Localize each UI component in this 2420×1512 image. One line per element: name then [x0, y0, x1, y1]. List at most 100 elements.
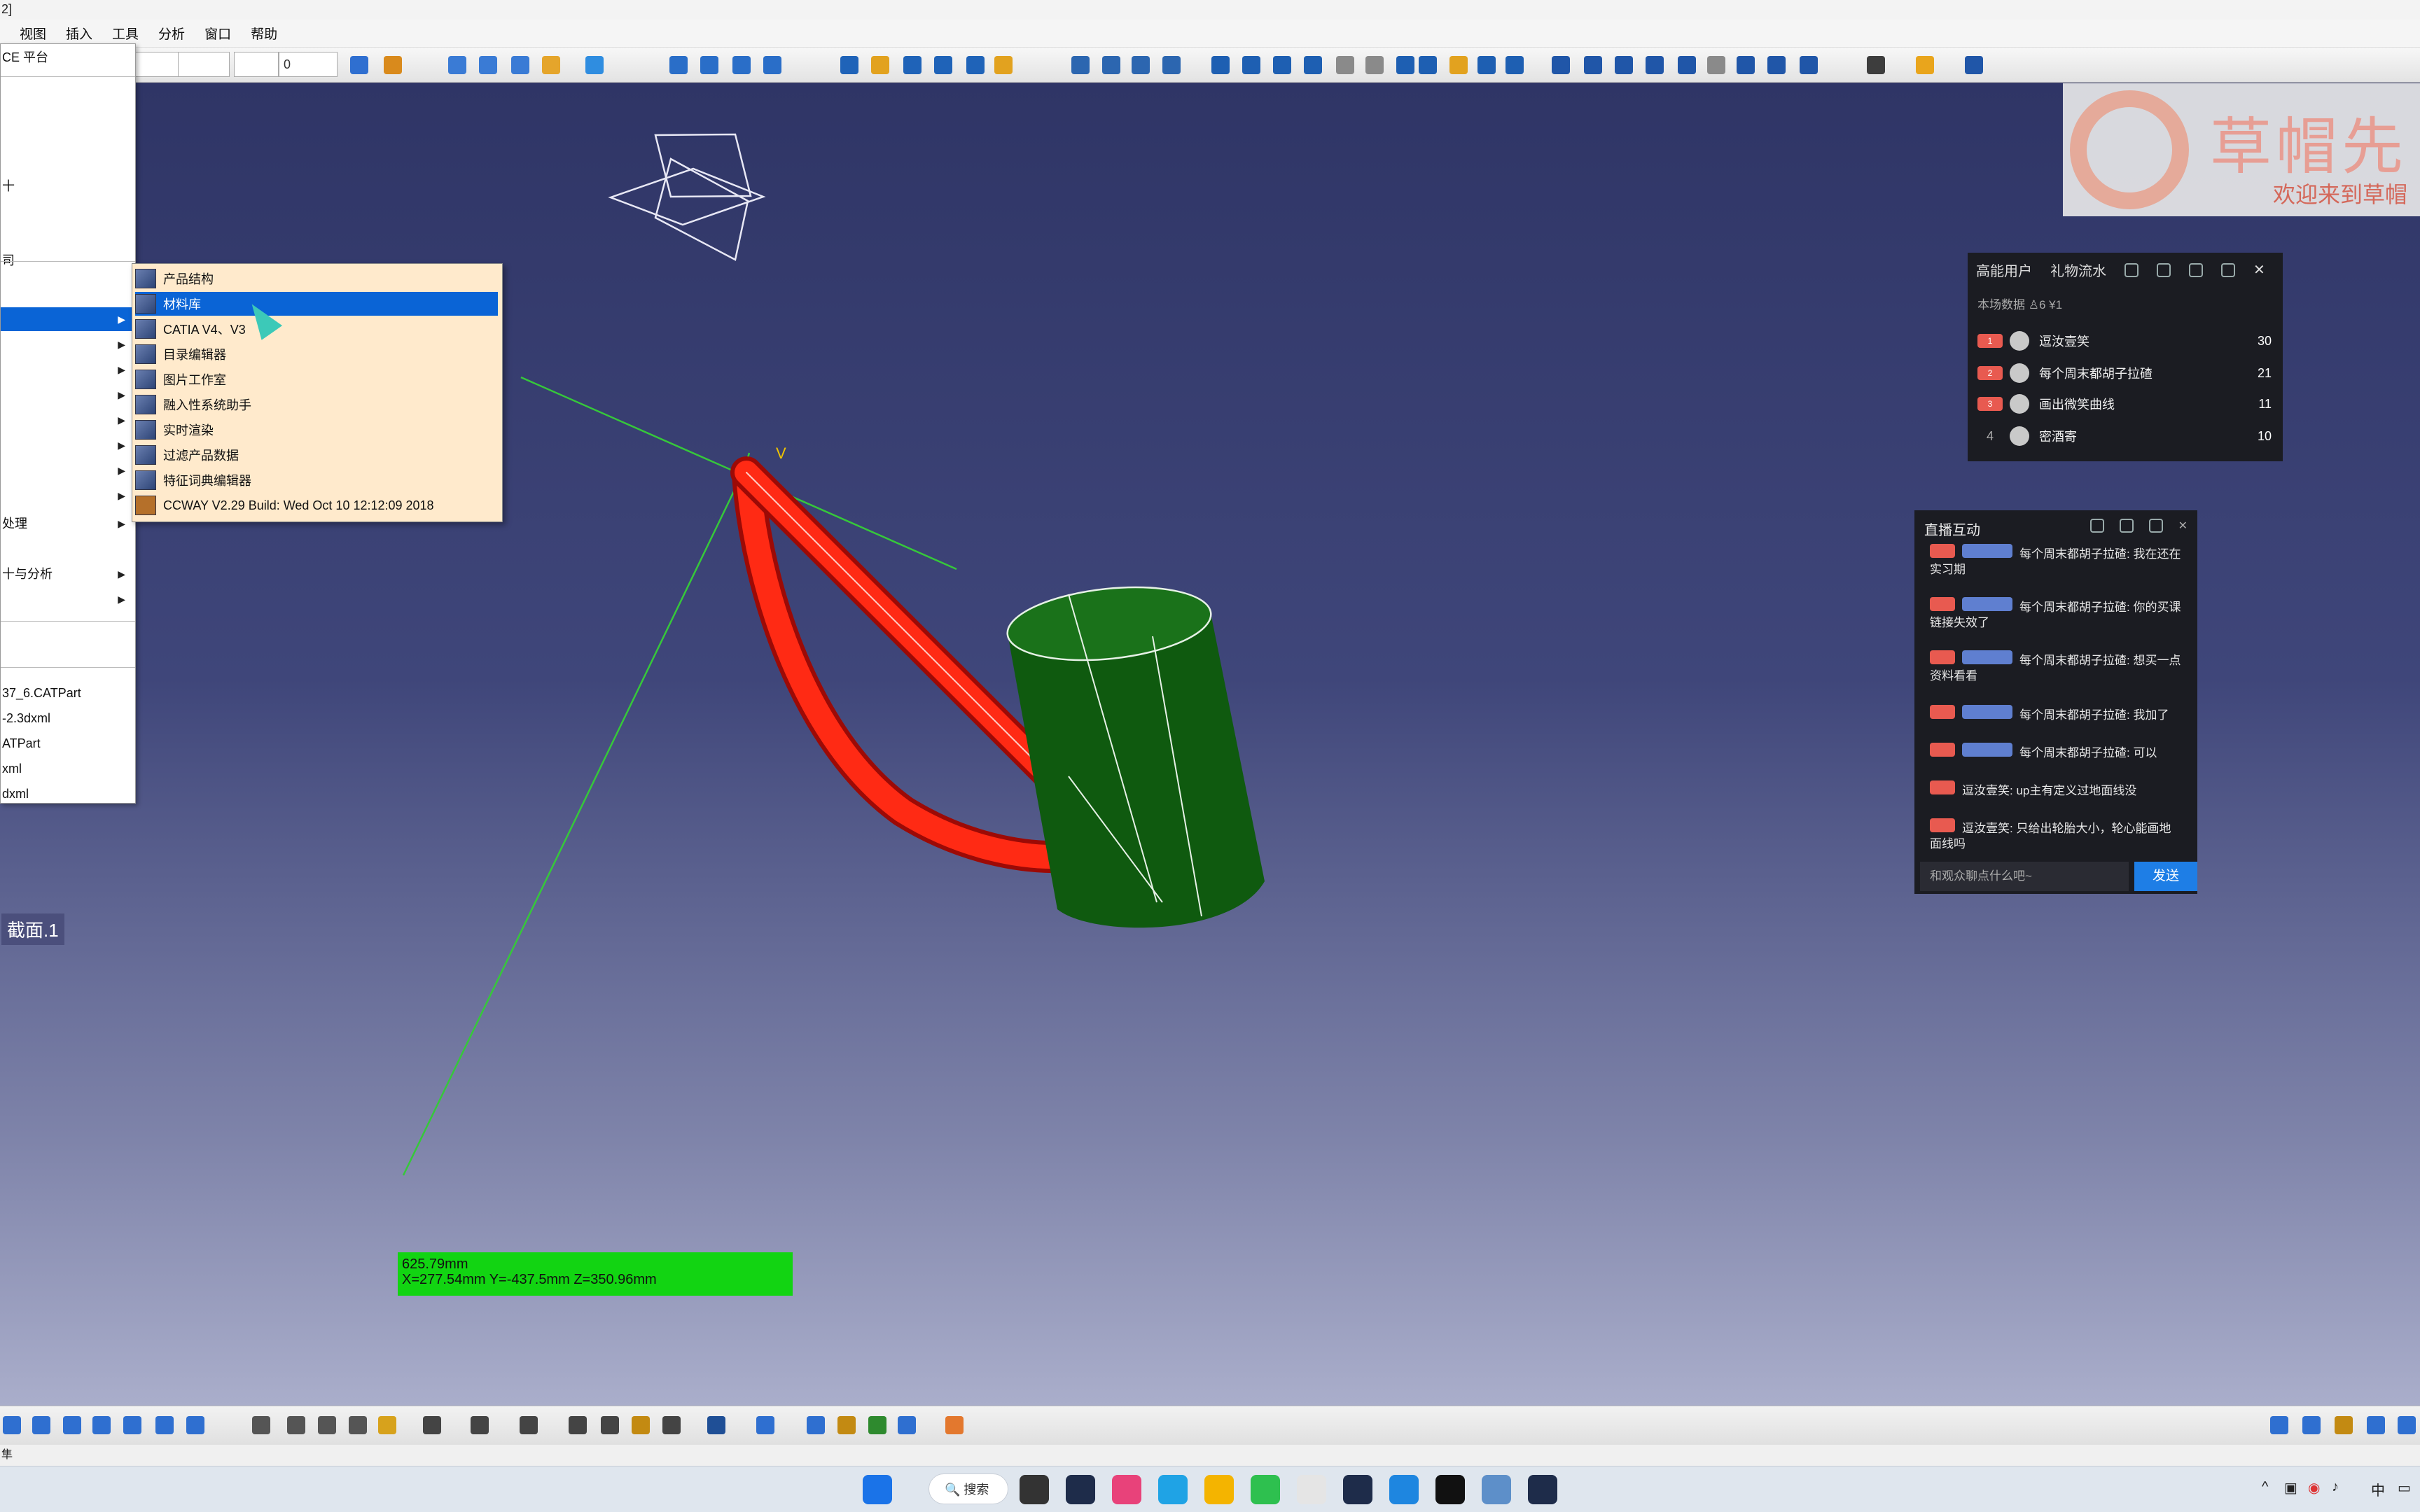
- menu-analysis[interactable]: 分析: [151, 21, 192, 46]
- task-view-icon[interactable]: [1020, 1475, 1049, 1504]
- groove-icon[interactable]: [2398, 1416, 2416, 1434]
- mesh-icon[interactable]: [1767, 56, 1786, 74]
- layers-icon[interactable]: [1396, 56, 1414, 74]
- submenu-item-system-assistant[interactable]: 融入性系统助手: [135, 393, 498, 416]
- connect-icon[interactable]: [511, 56, 529, 74]
- lattice-icon[interactable]: [1800, 56, 1818, 74]
- windows-start-icon[interactable]: [863, 1475, 892, 1504]
- camera-icon[interactable]: [898, 1416, 916, 1434]
- scene-icon[interactable]: [868, 1416, 886, 1434]
- surface-icon[interactable]: [700, 56, 718, 74]
- menu-item-infrastructure[interactable]: ▶: [1, 307, 135, 331]
- brush-icon[interactable]: [384, 56, 402, 74]
- shape-icon[interactable]: [1615, 56, 1633, 74]
- select-icon[interactable]: [1916, 56, 1934, 74]
- normal-view-icon[interactable]: [63, 1416, 81, 1434]
- menu-item[interactable]: ▶: [1, 587, 135, 611]
- submenu-item-feature-dictionary[interactable]: 特征词典编辑器: [135, 468, 498, 492]
- pen-icon[interactable]: [350, 56, 368, 74]
- tray-expand-icon[interactable]: ^: [2262, 1479, 2268, 1495]
- cog-icon[interactable]: [1273, 56, 1291, 74]
- browser-icon[interactable]: [1389, 1475, 1419, 1504]
- recent-file[interactable]: dxml: [1, 782, 135, 806]
- menu-item[interactable]: ▶: [1, 332, 135, 356]
- gear-icon[interactable]: [2221, 262, 2235, 277]
- style-combo[interactable]: [130, 52, 179, 77]
- close-icon[interactable]: ✕: [2253, 261, 2265, 279]
- submenu-item-filter-product-data[interactable]: 过滤产品数据: [135, 443, 498, 467]
- constraint-icon[interactable]: [903, 56, 922, 74]
- drawing-icon[interactable]: [1132, 56, 1150, 74]
- sweep-icon[interactable]: [732, 56, 751, 74]
- folder-icon[interactable]: [1204, 1475, 1234, 1504]
- submenu-item-photo-studio[interactable]: 图片工作室: [135, 368, 498, 391]
- taskbar-search[interactable]: 🔍 搜索: [929, 1474, 1008, 1504]
- menu-item-analysis[interactable]: 十与分析 ▶: [1, 562, 135, 586]
- hide-show-icon[interactable]: [252, 1416, 270, 1434]
- render-style-icon[interactable]: [155, 1416, 174, 1434]
- cube-icon[interactable]: [1552, 56, 1570, 74]
- settings-icon[interactable]: [1867, 56, 1885, 74]
- menu-window[interactable]: 窗口: [197, 21, 238, 46]
- axis-icon[interactable]: [423, 1416, 441, 1434]
- network-tool-icon[interactable]: [1482, 1475, 1511, 1504]
- linetype-combo[interactable]: [178, 52, 230, 77]
- bilibili-icon[interactable]: [1112, 1475, 1141, 1504]
- menu-help[interactable]: 帮助: [244, 21, 284, 46]
- edge-icon[interactable]: [1158, 1475, 1188, 1504]
- ime-indicator[interactable]: 中: [2371, 1479, 2385, 1499]
- submenu-item-real-time-rendering[interactable]: 实时渲染: [135, 418, 498, 442]
- snap-icon[interactable]: [966, 56, 985, 74]
- send-button[interactable]: 发送: [2134, 862, 2197, 891]
- view-icon[interactable]: [1477, 56, 1496, 74]
- magic-icon[interactable]: [378, 1416, 396, 1434]
- measure-item-icon[interactable]: [601, 1416, 619, 1434]
- gear-icon[interactable]: [1211, 56, 1230, 74]
- wechat-icon[interactable]: [1251, 1475, 1280, 1504]
- recent-file[interactable]: ATPart: [1, 732, 135, 755]
- arc-icon[interactable]: [669, 56, 688, 74]
- iso-view-icon[interactable]: [92, 1416, 111, 1434]
- grid-snap-icon[interactable]: [945, 1416, 964, 1434]
- layer-combo[interactable]: 0: [279, 52, 338, 77]
- menu-item-design[interactable]: 十: [1, 174, 135, 198]
- shading-icon[interactable]: [123, 1416, 141, 1434]
- measure-icon[interactable]: [1707, 56, 1725, 74]
- sun-icon[interactable]: [837, 1416, 856, 1434]
- recent-file[interactable]: 37_6.CATPart: [1, 681, 135, 705]
- submenu-item-material-library[interactable]: 材料库: [135, 292, 498, 316]
- ranking-row[interactable]: 4 密酒寄 10: [1977, 422, 2272, 450]
- menu-item[interactable]: ▶: [1, 484, 135, 507]
- menu-item-processing[interactable]: 处理 ▶: [1, 512, 135, 536]
- zoom-out-icon[interactable]: [32, 1416, 50, 1434]
- submenu-item-catia-v4[interactable]: CATIA V4、V3: [135, 317, 498, 341]
- tab-gift-flow[interactable]: 礼物流水: [2050, 260, 2106, 280]
- menu-item-drawing[interactable]: 司: [1, 248, 135, 272]
- fly-icon[interactable]: [318, 1416, 336, 1434]
- lock-icon[interactable]: [2189, 262, 2203, 277]
- solid-icon[interactable]: [1646, 56, 1664, 74]
- tray-keyboard-icon[interactable]: ▭: [2398, 1479, 2411, 1497]
- plane-icon[interactable]: [585, 56, 604, 74]
- ruler-icon[interactable]: [1365, 56, 1384, 74]
- section-label[interactable]: 截面.1: [1, 913, 64, 945]
- update-icon[interactable]: [707, 1416, 725, 1434]
- capture-icon[interactable]: [471, 1416, 489, 1434]
- menu-item[interactable]: ▶: [1, 408, 135, 432]
- fill-icon[interactable]: [763, 56, 781, 74]
- catalog-icon[interactable]: [1071, 56, 1090, 74]
- wrench-icon[interactable]: [1678, 56, 1696, 74]
- ranking-row[interactable]: 1 逗汝壹笑 30: [1977, 327, 2272, 355]
- gears-icon[interactable]: [1242, 56, 1260, 74]
- menu-item[interactable]: ▶: [1, 458, 135, 482]
- catia-app2-icon[interactable]: [1343, 1475, 1372, 1504]
- menu-item[interactable]: ▶: [1, 383, 135, 407]
- swap-icon[interactable]: [287, 1416, 305, 1434]
- point-icon[interactable]: [542, 56, 560, 74]
- camera-icon[interactable]: [2157, 262, 2171, 277]
- menu-item[interactable]: ▶: [1, 358, 135, 382]
- menu-item-platform[interactable]: CE 平台: [1, 46, 135, 69]
- close-icon[interactable]: ✕: [2178, 519, 2188, 533]
- shaft-icon[interactable]: [2367, 1416, 2385, 1434]
- zoom-in-icon[interactable]: [3, 1416, 21, 1434]
